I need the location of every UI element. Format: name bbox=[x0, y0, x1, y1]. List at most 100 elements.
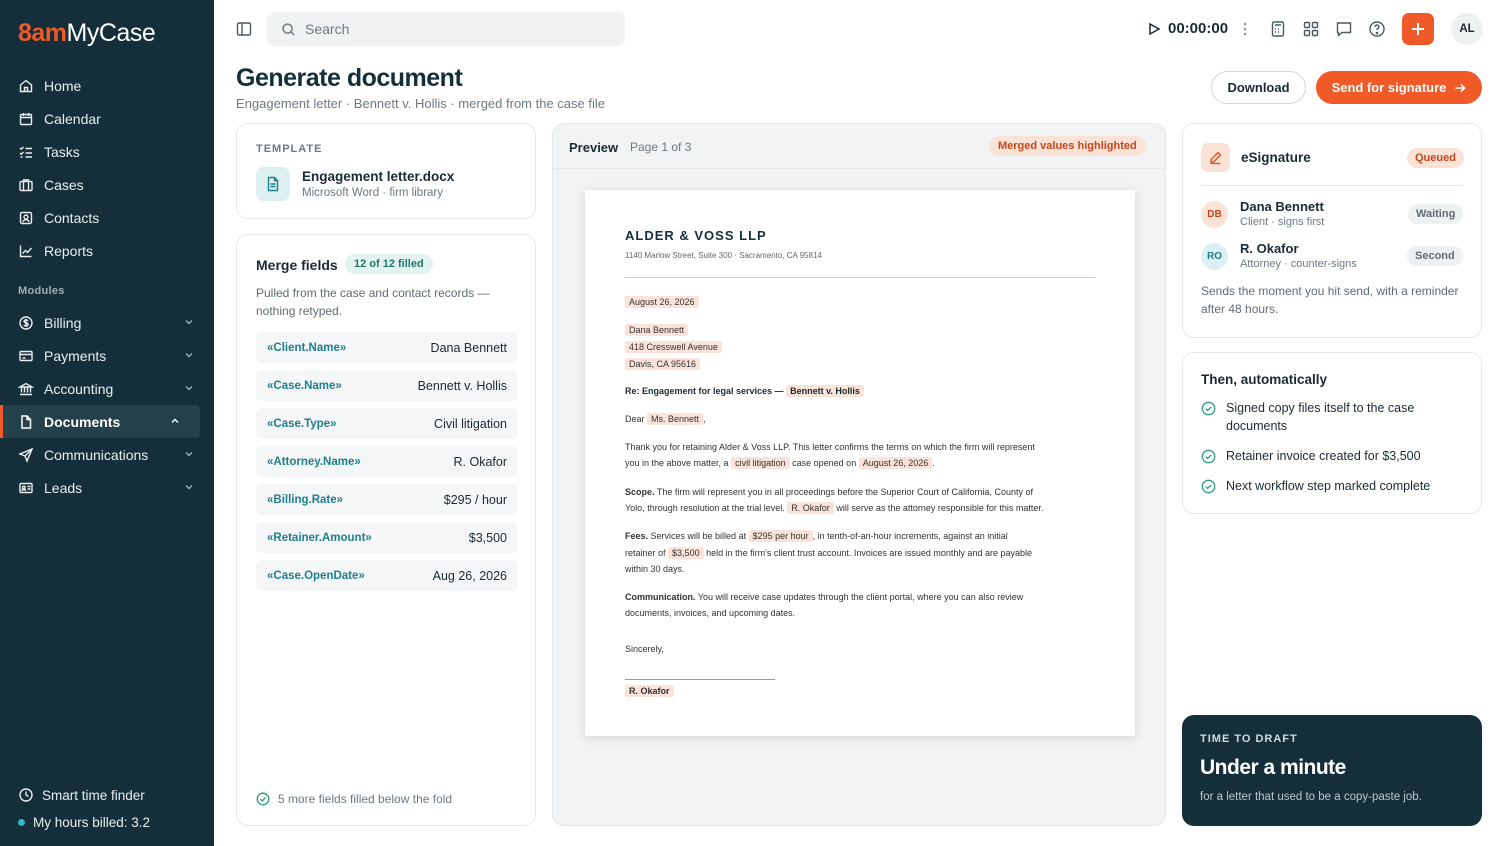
document-preview: Preview Page 1 of 3 Merged values highli… bbox=[552, 123, 1166, 826]
document-page: ALDER & VOSS LLP 1140 Marlow Street, Sui… bbox=[585, 190, 1135, 736]
nav-item-accounting[interactable]: Accounting bbox=[0, 372, 214, 405]
merge-fields-card: Merge fields 12 of 12 filled Pulled from… bbox=[236, 234, 536, 826]
hours-billed: My hours billed: 3.2 bbox=[18, 815, 150, 830]
search-placeholder: Search bbox=[305, 21, 350, 37]
dollar-circle-icon bbox=[19, 315, 33, 330]
send-for-signature-button[interactable]: Send for signature bbox=[1316, 71, 1482, 104]
more-fields-note: 5 more fields filled below the fold bbox=[256, 792, 452, 806]
merge-field-row[interactable]: «Case.Type» Civil litigation bbox=[256, 408, 518, 439]
merged-signer: R. Okafor bbox=[625, 685, 674, 697]
paragraph-text: retainer of bbox=[625, 548, 666, 558]
more-vertical-icon[interactable] bbox=[1241, 21, 1249, 37]
automation-item: Retainer invoice created for $3,500 bbox=[1201, 447, 1461, 465]
merge-field-key: «Case.Type» bbox=[267, 417, 337, 430]
merge-field-key: «Billing.Rate» bbox=[267, 493, 344, 506]
check-circle-icon bbox=[1201, 449, 1216, 464]
merge-field-value: $3,500 bbox=[468, 530, 507, 545]
nav-item-contacts[interactable]: Contacts bbox=[0, 201, 214, 234]
smart-time-finder[interactable]: Smart time finder bbox=[18, 787, 145, 803]
paragraph-text: You will receive case updates through th… bbox=[697, 592, 1024, 602]
paragraph-text: , in tenth-of-an-hour increments, agains… bbox=[812, 531, 1008, 541]
merge-field-row[interactable]: «Retainer.Amount» $3,500 bbox=[256, 522, 518, 553]
nav-item-tasks[interactable]: Tasks bbox=[0, 135, 214, 168]
nav-item-communications[interactable]: Communications bbox=[0, 438, 214, 471]
signer-status-badge: Second bbox=[1407, 246, 1463, 266]
salutation: Dear Ms. Bennett, bbox=[625, 413, 706, 425]
merge-field-row[interactable]: «Billing.Rate» $295 / hour bbox=[256, 484, 518, 515]
app-logo[interactable]: 8amMyCase bbox=[18, 18, 156, 48]
search-input[interactable]: Search bbox=[267, 12, 625, 46]
draft-headline: Under a minute bbox=[1200, 756, 1346, 779]
template-caption: TEMPLATE bbox=[256, 143, 323, 155]
automation-item: Signed copy files itself to the case doc… bbox=[1201, 399, 1461, 435]
nav-item-reports[interactable]: Reports bbox=[0, 234, 214, 267]
user-avatar[interactable]: AL bbox=[1451, 13, 1483, 45]
check-circle-icon bbox=[1201, 401, 1216, 416]
merge-field-row[interactable]: «Client.Name» Dana Bennett bbox=[256, 332, 518, 363]
nav-item-documents[interactable]: Documents bbox=[0, 405, 200, 438]
nav-item-billing[interactable]: Billing bbox=[0, 306, 214, 339]
draft-subtext: for a letter that used to be a copy-past… bbox=[1200, 791, 1422, 803]
paragraph-line: Thank you for retaining Alder & Voss LLP… bbox=[625, 442, 1035, 452]
download-button[interactable]: Download bbox=[1211, 71, 1306, 104]
paragraph-line: Scope. The firm will represent you in al… bbox=[625, 487, 1033, 497]
signer-status-badge: Waiting bbox=[1408, 204, 1464, 224]
template-file-icon-wrap bbox=[256, 167, 290, 201]
template-card[interactable]: TEMPLATE Engagement letter.docx Microsof… bbox=[236, 123, 536, 219]
bank-icon bbox=[18, 382, 34, 395]
scope-label: Scope. bbox=[625, 487, 655, 497]
more-fields-label: 5 more fields filled below the fold bbox=[278, 792, 453, 806]
salutation-comma: , bbox=[703, 414, 706, 424]
nav-item-payments[interactable]: Payments bbox=[0, 339, 214, 372]
timer[interactable]: 00:00:00 bbox=[1147, 20, 1228, 37]
nav-label: Billing bbox=[44, 314, 82, 331]
automation-card: Then, automatically Signed copy files it… bbox=[1182, 352, 1482, 514]
preview-header: Preview Page 1 of 3 Merged values highli… bbox=[553, 124, 1165, 169]
contacts-icon bbox=[19, 211, 33, 224]
signer-role: Attorney · counter-signs bbox=[1240, 258, 1357, 270]
grid-apps-icon[interactable] bbox=[1302, 20, 1320, 38]
nav-item-home[interactable]: Home bbox=[0, 69, 214, 102]
automation-item: Next workflow step marked complete bbox=[1201, 477, 1461, 495]
paragraph-line: documents, invoices, and upcoming dates. bbox=[625, 608, 796, 618]
help-icon[interactable] bbox=[1368, 20, 1386, 38]
plus-icon bbox=[1412, 23, 1424, 35]
paragraph-text: Services will be billed at bbox=[650, 531, 747, 541]
add-button[interactable] bbox=[1402, 13, 1434, 45]
template-name: Engagement letter.docx bbox=[302, 169, 455, 184]
nav-item-leads[interactable]: Leads bbox=[0, 471, 214, 504]
pen-icon bbox=[1210, 151, 1222, 165]
sidebar-toggle-icon[interactable] bbox=[236, 21, 252, 37]
firm-address: 1140 Marlow Street, Suite 300 · Sacramen… bbox=[625, 251, 822, 260]
nav-label: Contacts bbox=[44, 209, 100, 226]
merge-field-row[interactable]: «Case.Name» Bennett v. Hollis bbox=[256, 370, 518, 401]
paragraph-line: Fees. Services will be billed at $295 pe… bbox=[625, 530, 1008, 542]
chat-icon[interactable] bbox=[1335, 20, 1353, 38]
time-to-draft-card: TIME TO DRAFT Under a minute for a lette… bbox=[1182, 715, 1482, 826]
page-subtitle: Engagement letter · Bennett v. Hollis · … bbox=[236, 96, 605, 111]
merge-fields-description: Pulled from the case and contact records… bbox=[256, 286, 490, 318]
calculator-icon[interactable] bbox=[1269, 20, 1287, 38]
esign-title: eSignature bbox=[1241, 150, 1311, 165]
nav-label: Accounting bbox=[44, 380, 114, 397]
chevron-down-icon bbox=[185, 452, 193, 457]
nav-label: Payments bbox=[44, 347, 107, 364]
merge-field-row[interactable]: «Attorney.Name» R. Okafor bbox=[256, 446, 518, 477]
paragraph-line: you in the above matter, a civil litigat… bbox=[625, 457, 935, 469]
nav-item-calendar[interactable]: Calendar bbox=[0, 102, 214, 135]
automation-item-label: Signed copy files itself to the case doc… bbox=[1226, 401, 1415, 433]
nav-item-cases[interactable]: Cases bbox=[0, 168, 214, 201]
merge-field-row[interactable]: «Case.OpenDate» Aug 26, 2026 bbox=[256, 560, 518, 591]
esign-status-badge: Queued bbox=[1407, 148, 1464, 168]
document-icon bbox=[267, 176, 279, 192]
merge-field-value: Dana Bennett bbox=[430, 340, 507, 355]
merge-field-key: «Client.Name» bbox=[267, 341, 347, 354]
modules-nav: Billing Payments Accounting Documents Co… bbox=[0, 306, 214, 504]
search-icon bbox=[282, 22, 295, 36]
merge-field-value: Bennett v. Hollis bbox=[417, 378, 507, 393]
nav-label: Communications bbox=[44, 446, 149, 463]
merge-field-value: R. Okafor bbox=[453, 454, 508, 469]
esign-icon-wrap bbox=[1201, 143, 1230, 172]
chevron-down-icon bbox=[185, 353, 193, 358]
merged-date: August 26, 2026 bbox=[625, 296, 699, 308]
